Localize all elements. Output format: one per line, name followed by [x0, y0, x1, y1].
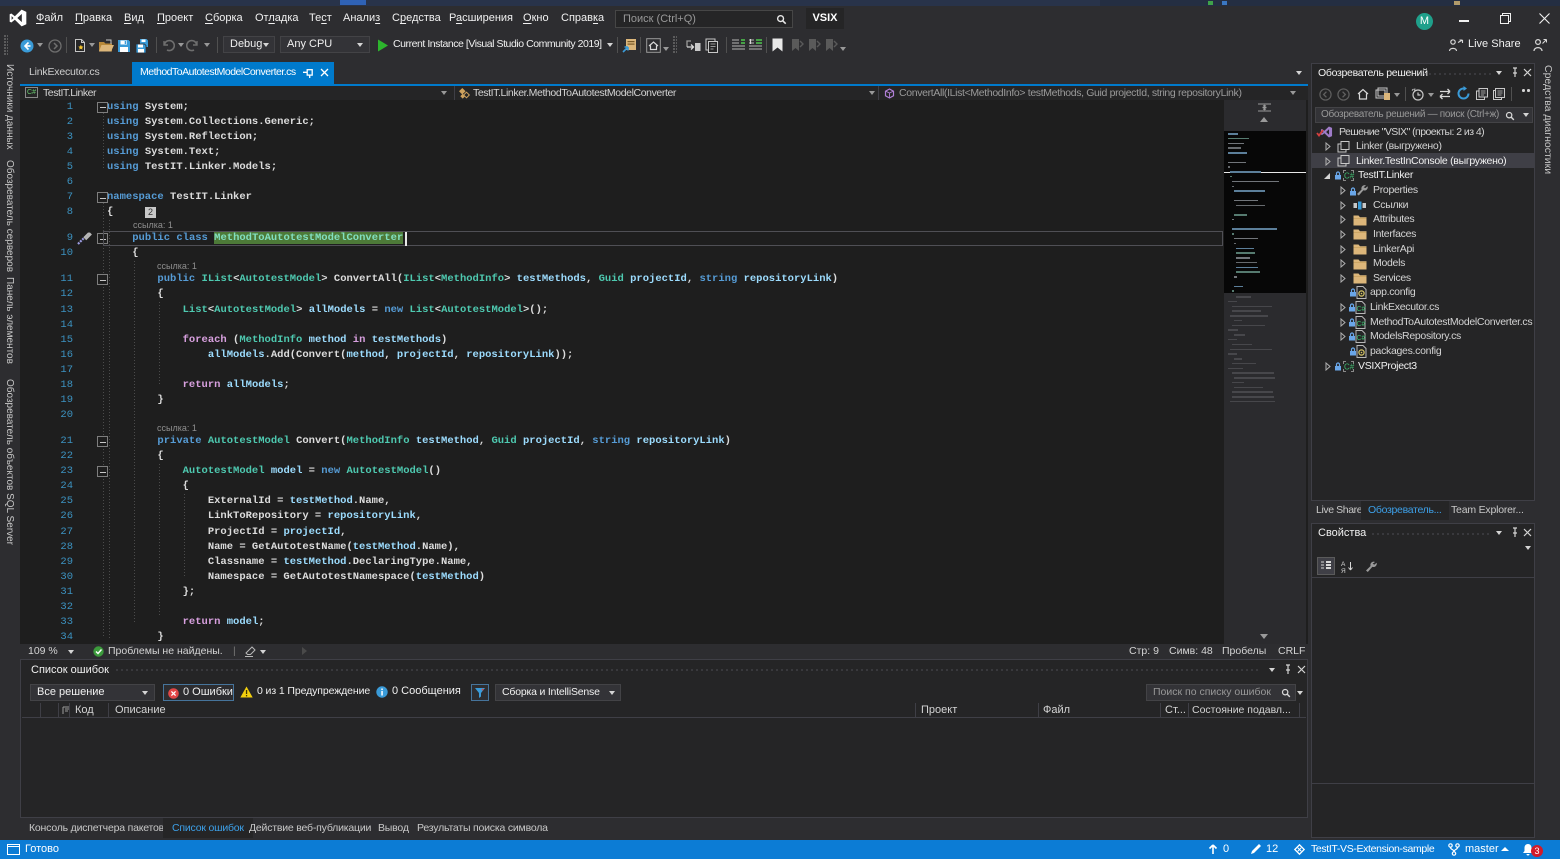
svg-text:C#: C# [1344, 362, 1355, 371]
svg-text:C#: C# [1357, 321, 1366, 328]
svg-text:C#: C# [1357, 335, 1366, 342]
svg-text:А: А [1341, 561, 1346, 568]
svg-text:Я: Я [1341, 568, 1346, 573]
svg-text:C#: C# [1357, 306, 1366, 313]
svg-text:C#: C# [1344, 172, 1355, 181]
